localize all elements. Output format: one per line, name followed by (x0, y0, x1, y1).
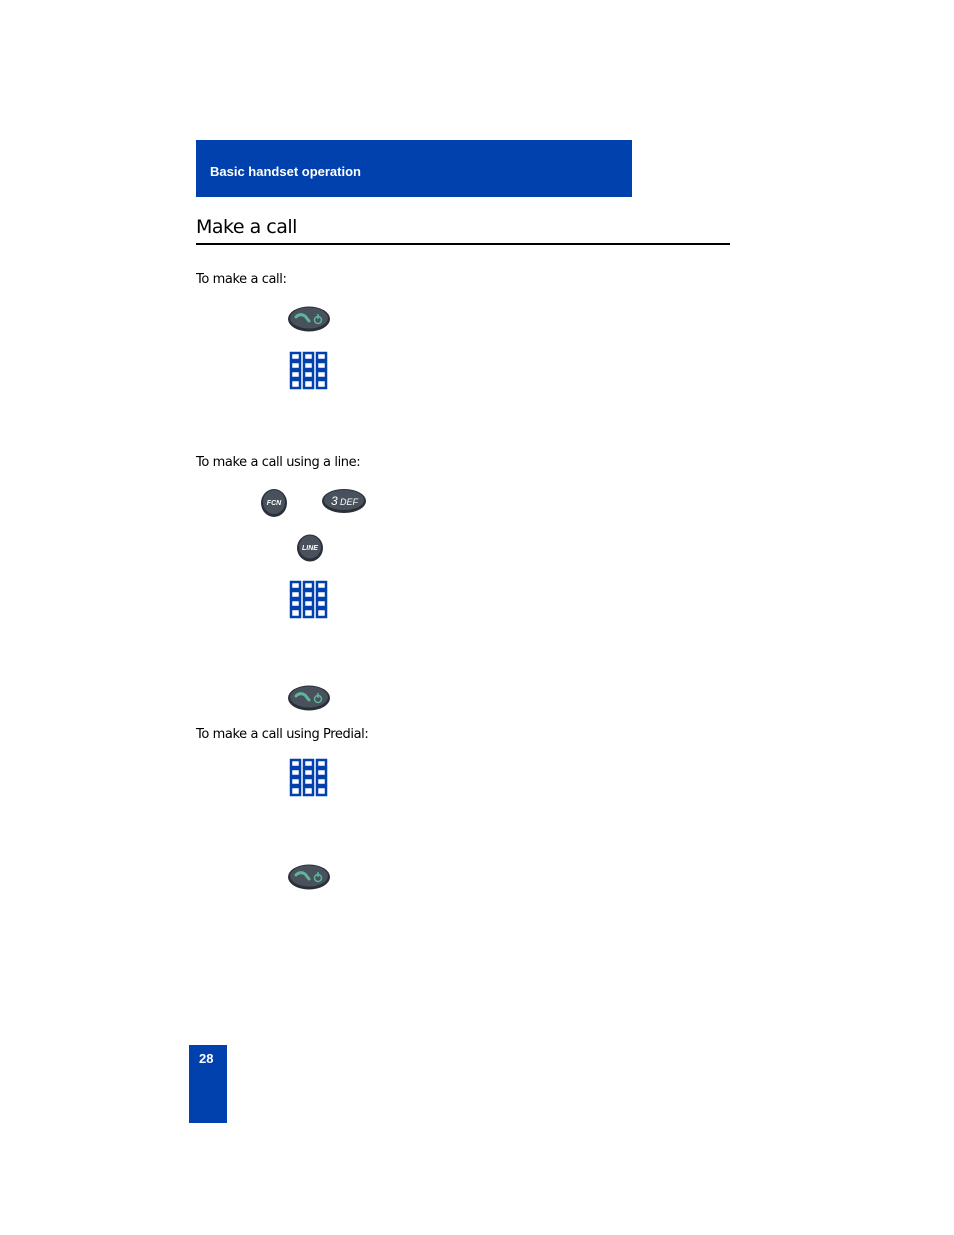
3def-key-icon: 3 DEF (322, 489, 366, 513)
talk-power-key-icon (288, 306, 330, 332)
page-number-tab: 28 (189, 1045, 227, 1123)
section-label-make-call: To make a call: (196, 272, 287, 287)
fcn-key-icon: FCN (261, 489, 287, 517)
3def-key-letters: DEF (340, 497, 359, 507)
line-key-label: LINE (302, 545, 318, 552)
section-header-title: Basic handset operation (210, 164, 361, 179)
title-divider (196, 243, 730, 245)
keypad-icon (289, 580, 328, 619)
talk-power-key-icon (288, 685, 330, 711)
page-number: 28 (199, 1051, 214, 1066)
keypad-icon (289, 351, 328, 390)
section-header-bar: Basic handset operation (196, 140, 632, 197)
page-title: Make a call (196, 216, 297, 238)
section-label-make-call-line: To make a call using a line: (196, 455, 361, 470)
keypad-icon (289, 758, 328, 797)
line-key-icon: LINE (297, 534, 323, 562)
section-label-make-call-predial: To make a call using Predial: (196, 727, 369, 742)
talk-power-key-icon (288, 864, 330, 890)
fcn-key-label: FCN (267, 500, 282, 507)
3def-key-digit: 3 (331, 494, 338, 508)
